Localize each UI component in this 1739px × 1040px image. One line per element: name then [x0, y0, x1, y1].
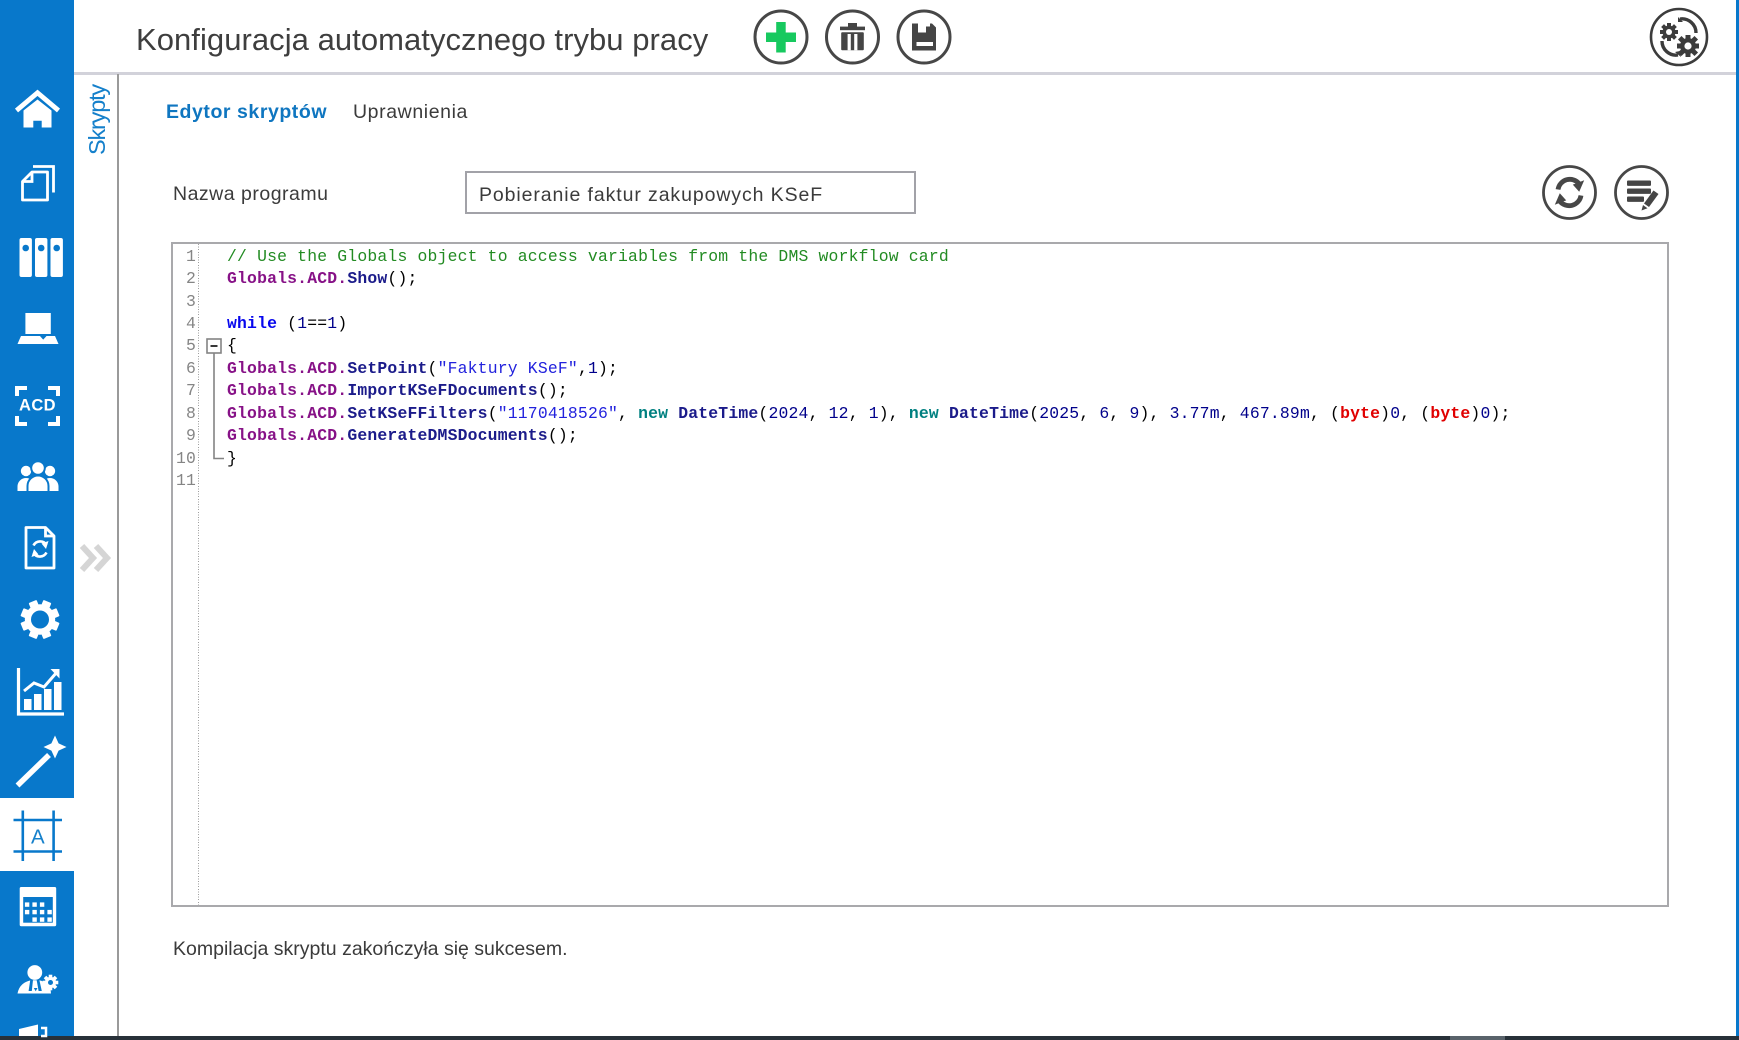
svg-text:A: A [31, 826, 45, 849]
svg-text:ACD: ACD [19, 397, 56, 415]
